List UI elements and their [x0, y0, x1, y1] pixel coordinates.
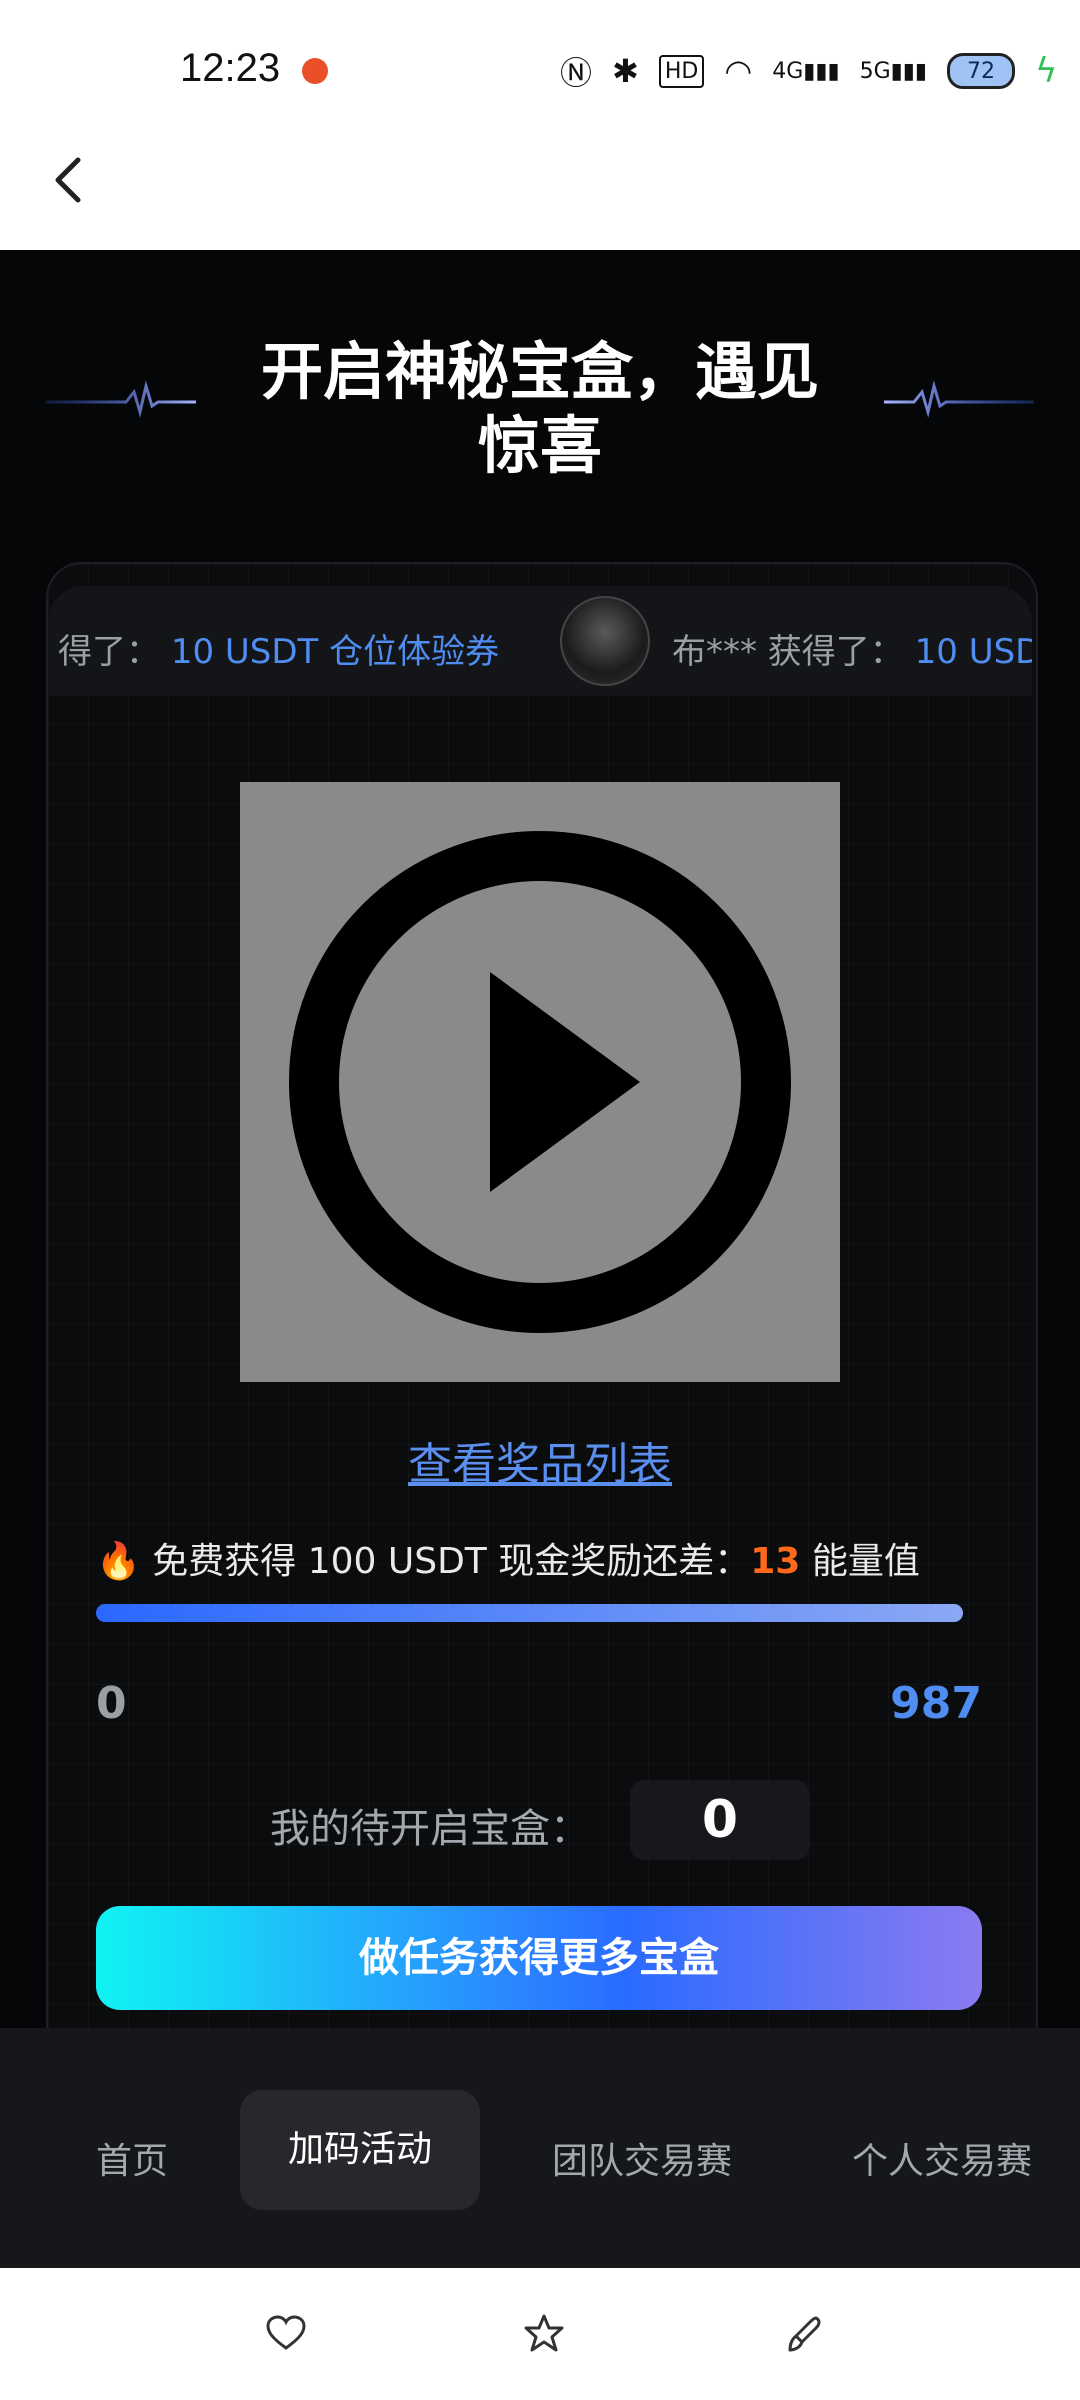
winners-ticker: 得了： 10 USDT 仓位体验券 布*** 获得了： 10 USD: [48, 586, 1032, 696]
heart-icon[interactable]: [264, 2312, 308, 2356]
notification-icon: [302, 58, 328, 84]
pending-boxes-label: 我的待开启宝盒：: [270, 1806, 590, 1852]
tab-personal-contest[interactable]: 个人交易赛: [852, 2132, 1032, 2184]
pulse-line-right-icon: [884, 380, 1034, 418]
page-title: 开启神秘宝盒，遇见惊喜: [260, 335, 819, 482]
do-tasks-button[interactable]: 做任务获得更多宝盒: [96, 1906, 982, 2010]
pulse-line-left-icon: [46, 380, 196, 418]
fire-icon: 🔥: [96, 1541, 141, 1582]
tab-bonus-activity[interactable]: 加码活动: [240, 2090, 480, 2210]
status-icons: Ⓝ ✱ HD ◠ 4G▮▮▮ 5G▮▮▮ 72 ϟ: [560, 48, 1057, 94]
pending-boxes-count: 0: [630, 1780, 810, 1860]
prize-list-link[interactable]: 查看奖品列表: [360, 1428, 720, 1492]
wifi-icon: ◠: [724, 52, 753, 90]
battery-icon: 72: [946, 53, 1015, 89]
tab-team-contest[interactable]: 团队交易赛: [552, 2132, 732, 2184]
chevron-left-icon: [55, 157, 81, 203]
signal-5g-icon: 5G▮▮▮: [859, 58, 927, 84]
nfc-icon: Ⓝ: [560, 54, 593, 92]
ticker-item: 得了： 10 USDT 仓位体验券: [58, 632, 500, 672]
progress-max: 987: [890, 1678, 982, 1729]
charging-icon: ϟ: [1034, 51, 1058, 91]
tab-home[interactable]: 首页: [96, 2132, 168, 2184]
ticker-item: 布*** 获得了： 10 USD: [672, 632, 1032, 672]
brush-icon[interactable]: [782, 2312, 826, 2356]
bluetooth-icon: ✱: [612, 52, 639, 90]
play-icon[interactable]: [240, 782, 840, 1382]
avatar: [560, 596, 650, 686]
energy-progress-bar: [96, 1604, 963, 1622]
signal-4g-icon: 4G▮▮▮: [772, 58, 840, 84]
video-player[interactable]: [240, 782, 840, 1382]
progress-min: 0: [96, 1678, 127, 1729]
status-time: 12:23: [180, 46, 281, 90]
back-button[interactable]: [40, 150, 100, 210]
reward-progress-text: 🔥 免费获得 100 USDT 现金奖励还差：13 能量值: [96, 1541, 920, 1582]
hd-icon: HD: [658, 54, 705, 88]
star-icon[interactable]: [522, 2312, 566, 2356]
